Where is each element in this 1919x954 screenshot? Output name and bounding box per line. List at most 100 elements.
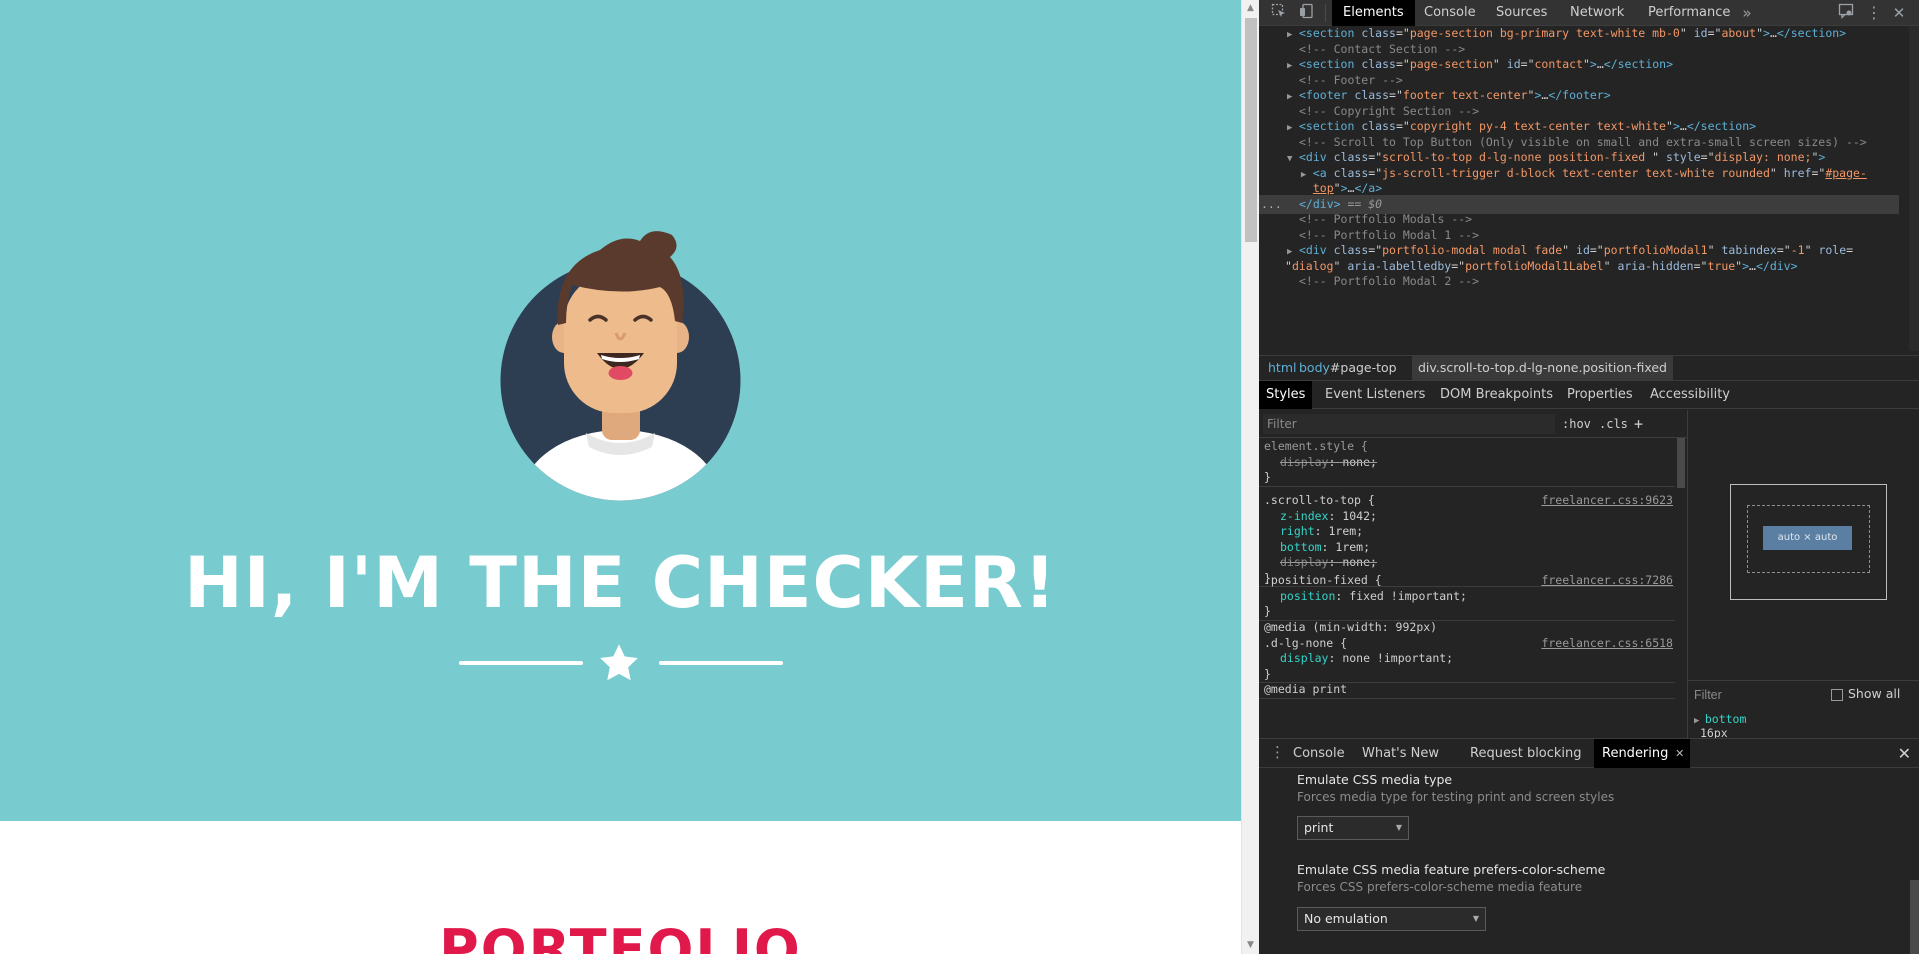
computed-pane: auto × auto Show all ▶ bottom 16px	[1687, 410, 1919, 740]
tab-properties[interactable]: Properties	[1560, 381, 1640, 409]
rule-selector: @media print	[1264, 682, 1348, 696]
tab-sources[interactable]: Sources	[1485, 0, 1558, 26]
styles-scrollbar[interactable]	[1675, 438, 1685, 738]
drawer-tab-whats-new[interactable]: What's New	[1354, 739, 1447, 768]
box-model-margin: auto × auto	[1730, 484, 1887, 600]
feedback-icon[interactable]	[1836, 3, 1856, 23]
styles-filter-row: :hov .cls +	[1259, 410, 1687, 438]
box-model-padding: auto × auto	[1747, 505, 1870, 573]
rule-selector: @media (min-width: 992px)	[1264, 620, 1438, 634]
computed-filter-input[interactable]	[1694, 685, 1804, 705]
star-icon	[600, 644, 638, 681]
inspect-element-icon[interactable]	[1269, 3, 1289, 23]
styles-scroll-thumb[interactable]	[1677, 438, 1685, 488]
breadcrumb-suffix: #page-top	[1329, 360, 1397, 375]
chevron-double-right-icon[interactable]: »	[1737, 3, 1757, 23]
rule-source-link[interactable]: freelancer.css:7286	[1541, 573, 1673, 589]
divider-line-left	[459, 661, 583, 665]
style-property[interactable]: right: 1rem;	[1259, 524, 1679, 540]
style-property[interactable]: bottom: 1rem;	[1259, 540, 1679, 556]
style-rule[interactable]: @media (min-width: 992px) .d-lg-none { fre…	[1259, 620, 1679, 683]
rule-source-link[interactable]: freelancer.css:9623	[1541, 493, 1673, 509]
style-property[interactable]: display: none;	[1259, 555, 1679, 571]
tab-styles[interactable]: Styles	[1259, 381, 1313, 409]
rule-selector: element.style {	[1264, 439, 1368, 453]
box-model-content: auto × auto	[1763, 526, 1852, 550]
tab-network[interactable]: Network	[1559, 0, 1635, 26]
rendering-pane: Emulate CSS media type Forces media type…	[1259, 768, 1919, 954]
show-all-checkbox[interactable]	[1831, 689, 1843, 701]
breadcrumb-tag: div	[1418, 360, 1436, 375]
styles-pane: :hov .cls + element.style { display: none…	[1259, 410, 1687, 738]
dom-node-line[interactable]: <!-- Portfolio Modal 2 -->	[1259, 272, 1899, 291]
dom-tree-scrollbar[interactable]	[1909, 26, 1919, 351]
tab-dom-breakpoints[interactable]: DOM Breakpoints	[1433, 381, 1560, 409]
tabbar-separator	[1325, 4, 1326, 22]
devtools-panel: Elements Console Sources Network Perform…	[1259, 0, 1919, 954]
breadcrumb-div[interactable]: div.scroll-to-top.d-lg-none.position-fix…	[1412, 356, 1673, 380]
rule-selector: .scroll-to-top {	[1264, 493, 1375, 507]
styles-tabbar: Styles Event Listeners DOM Breakpoints P…	[1259, 380, 1919, 409]
drawer-tab-request-blocking[interactable]: Request blocking	[1462, 739, 1590, 768]
style-rule[interactable]: .position-fixed {freelancer.css:7286 posi…	[1259, 573, 1679, 621]
style-property[interactable]: display: none;	[1259, 455, 1679, 471]
media-type-value: print	[1304, 820, 1334, 835]
divider-line-right	[659, 661, 783, 665]
page-viewport: HI, I'M THE CHECKER! PORTFOLIO	[0, 0, 1241, 954]
scroll-down-arrow-icon[interactable]: ▼	[1242, 937, 1259, 954]
drawer-tabbar: ⋮ Console What's New Request blocking Re…	[1259, 738, 1919, 768]
style-rule[interactable]: @media print	[1259, 682, 1679, 699]
rendering-scrollbar[interactable]	[1909, 768, 1919, 954]
tab-console[interactable]: Console	[1413, 0, 1487, 26]
tab-performance[interactable]: Performance	[1637, 0, 1741, 26]
show-all-label: Show all	[1848, 686, 1901, 701]
rendering-scroll-thumb[interactable]	[1910, 880, 1919, 954]
chevron-down-icon: ▼	[1395, 823, 1402, 832]
portfolio-heading: PORTFOLIO	[439, 918, 802, 954]
tab-event-listeners[interactable]: Event Listeners	[1318, 381, 1432, 409]
tab-accessibility[interactable]: Accessibility	[1643, 381, 1737, 409]
dom-tree: ▶ <section class="page-section bg-primary…	[1259, 26, 1919, 351]
rule-close-brace: }	[1264, 604, 1271, 618]
breadcrumb: html body#page-top div.scroll-to-top.d-l…	[1259, 355, 1919, 380]
close-devtools-icon[interactable]: ✕	[1889, 3, 1909, 23]
breadcrumb-suffix: .scroll-to-top.d-lg-none.position-fixed	[1435, 360, 1667, 375]
media-type-select[interactable]: print ▼	[1297, 816, 1409, 840]
drawer-tab-label: Rendering	[1602, 746, 1669, 761]
scroll-up-arrow-icon[interactable]: ▲	[1242, 0, 1259, 17]
tab-elements[interactable]: Elements	[1332, 0, 1415, 26]
computed-property[interactable]: ▶ bottom 16px	[1694, 712, 1746, 740]
drawer-tab-console[interactable]: Console	[1285, 739, 1353, 768]
page-scrollbar[interactable]: ▲ ▼	[1241, 0, 1259, 954]
breadcrumb-body[interactable]: body#page-top	[1293, 356, 1403, 380]
close-drawer-icon[interactable]: ✕	[1898, 744, 1911, 763]
style-property[interactable]: display: none !important;	[1259, 651, 1679, 667]
styles-filter-input[interactable]	[1263, 414, 1555, 434]
device-toolbar-icon[interactable]	[1297, 3, 1317, 23]
style-property[interactable]: z-index: 1042;	[1259, 509, 1679, 525]
rule-close-brace: }	[1264, 666, 1271, 681]
expand-triangle-icon[interactable]: ▶	[1694, 716, 1705, 726]
class-toggle[interactable]: .cls	[1599, 414, 1628, 434]
page-scroll-thumb[interactable]	[1245, 18, 1257, 242]
more-options-icon[interactable]: ⋮	[1864, 3, 1884, 23]
style-rule[interactable]: element.style { display: none;}	[1259, 439, 1679, 487]
style-property[interactable]: position: fixed !important;	[1259, 589, 1679, 605]
hover-state-toggle[interactable]: :hov	[1562, 414, 1591, 434]
add-rule-icon[interactable]: +	[1634, 414, 1643, 434]
drawer-menu-icon[interactable]: ⋮	[1270, 743, 1285, 761]
rule-selector: .d-lg-none {	[1264, 635, 1348, 650]
chevron-down-icon: ▼	[1472, 914, 1479, 923]
rule-close-brace: }	[1264, 470, 1271, 484]
masthead: HI, I'M THE CHECKER!	[0, 0, 1241, 821]
drawer-tab-rendering[interactable]: Rendering ✕	[1594, 739, 1691, 768]
close-tab-icon[interactable]: ✕	[1675, 739, 1684, 768]
hero-title: HI, I'M THE CHECKER!	[184, 542, 1057, 624]
avatar	[500, 231, 741, 501]
media-type-description: Forces media type for testing print and …	[1297, 790, 1615, 804]
media-type-title: Emulate CSS media type	[1297, 772, 1453, 787]
devtools-tabbar: Elements Console Sources Network Perform…	[1259, 0, 1919, 26]
rule-source-link[interactable]: freelancer.css:6518	[1541, 636, 1673, 652]
computed-prop-name: bottom	[1704, 712, 1747, 726]
color-scheme-select[interactable]: No emulation ▼	[1297, 907, 1486, 931]
